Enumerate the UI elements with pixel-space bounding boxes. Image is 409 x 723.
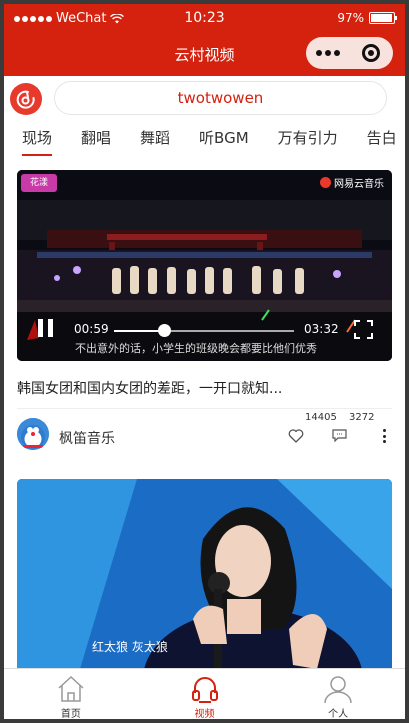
- video-player[interactable]: 花漾 网易云音乐 00:59 03:32 不出意外的话，小学生的班级晚会都要比他…: [17, 170, 392, 361]
- channel-badge: 花漾: [21, 174, 57, 192]
- miniprogram-capsule: [306, 37, 393, 69]
- status-bar: WeChat 10:23 97%: [4, 4, 405, 32]
- headphones-icon: [191, 677, 218, 703]
- netease-logo-icon: [320, 177, 331, 188]
- close-miniprogram-icon[interactable]: [349, 44, 392, 62]
- search-row: twotwowen: [4, 76, 405, 122]
- heart-icon[interactable]: [288, 428, 304, 444]
- video-title[interactable]: 韩国女团和国内女团的差距，一开口就知...: [17, 378, 282, 398]
- tab-cover[interactable]: 翻唱: [81, 122, 111, 156]
- netease-music-logo-icon: [10, 83, 42, 115]
- tabbar-profile[interactable]: 个人: [271, 669, 405, 719]
- tab-confession[interactable]: 告白: [367, 122, 397, 156]
- user-icon: [324, 676, 352, 704]
- comment-count: 3272: [349, 412, 375, 423]
- watermark-brand: 网易云音乐: [320, 175, 384, 190]
- current-time: 00:59: [74, 322, 109, 336]
- video-thumbnail[interactable]: 红太狼 灰太狼: [17, 479, 392, 679]
- duration: 03:32: [304, 322, 339, 336]
- pause-icon[interactable]: [38, 319, 54, 337]
- music-note-logo-icon: [16, 90, 35, 109]
- author-name[interactable]: 枫笛音乐: [59, 428, 115, 448]
- progress-handle[interactable]: [158, 324, 172, 337]
- phone-screen: WeChat 10:23 97% 云村视频 twotwowen 现场 翻唱 舞蹈…: [4, 4, 405, 719]
- more-menu-icon[interactable]: [306, 50, 349, 56]
- divider: [17, 408, 392, 409]
- progress-fill: [114, 330, 165, 332]
- home-icon: [58, 675, 84, 702]
- video-subtitle: 不出意外的话，小学生的班级晚会都要比他们优秀: [75, 342, 317, 355]
- player-controls: 00:59 03:32 不出意外的话，小学生的班级晚会都要比他们优秀: [17, 309, 392, 361]
- bottom-tab-bar: 首页 视频 个人: [4, 668, 405, 719]
- tab-live[interactable]: 现场: [22, 122, 53, 156]
- tab-bgm[interactable]: 听BGM: [199, 122, 249, 156]
- watermark-label: 网易云音乐: [334, 179, 384, 190]
- like-count: 14405: [305, 412, 337, 423]
- tabbar-profile-label: 个人: [328, 709, 349, 719]
- tabbar-home[interactable]: 首页: [4, 669, 138, 719]
- singer-scene: [17, 479, 392, 679]
- status-right: 97%: [337, 11, 397, 25]
- tab-gravity[interactable]: 万有引力: [278, 122, 338, 156]
- tab-dance[interactable]: 舞蹈: [140, 122, 170, 156]
- progress-bar[interactable]: [114, 324, 294, 337]
- category-tabs: 现场 翻唱 舞蹈 听BGM 万有引力 告白: [4, 122, 405, 156]
- doraemon-avatar-icon: [17, 418, 49, 450]
- tabbar-video[interactable]: 视频: [138, 669, 272, 719]
- avatar[interactable]: [17, 418, 49, 450]
- battery-percent: 97%: [337, 11, 364, 25]
- tabbar-home-label: 首页: [60, 709, 81, 719]
- more-options-icon[interactable]: [382, 429, 386, 443]
- author-row: 枫笛音乐 14405 3272: [17, 412, 392, 454]
- tabbar-video-label: 视频: [194, 709, 215, 719]
- search-input[interactable]: twotwowen: [54, 81, 387, 115]
- battery-icon: [369, 12, 397, 24]
- video-caption: 红太狼 灰太狼: [92, 640, 168, 654]
- fullscreen-icon[interactable]: [354, 320, 373, 339]
- nav-bar: 云村视频: [4, 32, 405, 76]
- comment-icon[interactable]: [332, 429, 347, 442]
